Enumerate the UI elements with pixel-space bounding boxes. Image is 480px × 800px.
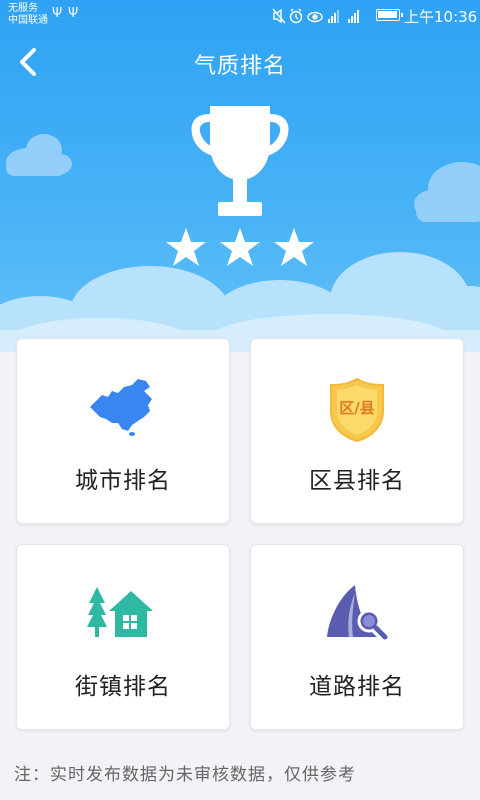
district-ranking-card[interactable]: 区/县 区县排名 xyxy=(250,338,464,524)
road-search-icon xyxy=(327,585,388,640)
carrier-info: 无服务 中国联通 xyxy=(8,3,48,27)
road-ranking-card[interactable]: 道路排名 xyxy=(250,544,464,730)
star-icon xyxy=(166,228,206,266)
carrier-status: 无服务 xyxy=(8,3,38,14)
status-bar: 无服务 中国联通 Ψ Ψ 上午10:36 xyxy=(0,0,480,32)
road-ranking-label: 道路排名 xyxy=(309,674,405,700)
star-icon xyxy=(220,228,260,266)
trophy-icon xyxy=(191,106,289,216)
usb-icon: Ψ xyxy=(52,6,63,21)
street-ranking-card[interactable]: 街镇排名 xyxy=(16,544,230,730)
street-ranking-label: 街镇排名 xyxy=(75,674,171,700)
city-ranking-label: 城市排名 xyxy=(75,468,171,494)
clock: 上午10:36 xyxy=(404,8,478,26)
china-map-icon xyxy=(90,379,152,436)
page-title: 气质排名 xyxy=(193,54,286,79)
city-ranking-card[interactable]: 城市排名 xyxy=(16,338,230,524)
house-tree-icon xyxy=(87,587,153,637)
district-badge-text: 区/县 xyxy=(339,399,375,417)
usb-icon: Ψ xyxy=(68,6,79,21)
status-icons xyxy=(272,8,359,24)
star-icon xyxy=(274,228,314,266)
carrier-name: 中国联通 xyxy=(8,15,48,26)
hero-banner: 无服务 中国联通 Ψ Ψ 上午10:36 气质排名 xyxy=(0,0,480,352)
rating-stars xyxy=(166,228,314,266)
battery-icon xyxy=(376,9,403,21)
district-ranking-label: 区县排名 xyxy=(309,468,405,494)
disclaimer-note: 注：实时发布数据为未审核数据，仅供参考 xyxy=(14,765,356,785)
